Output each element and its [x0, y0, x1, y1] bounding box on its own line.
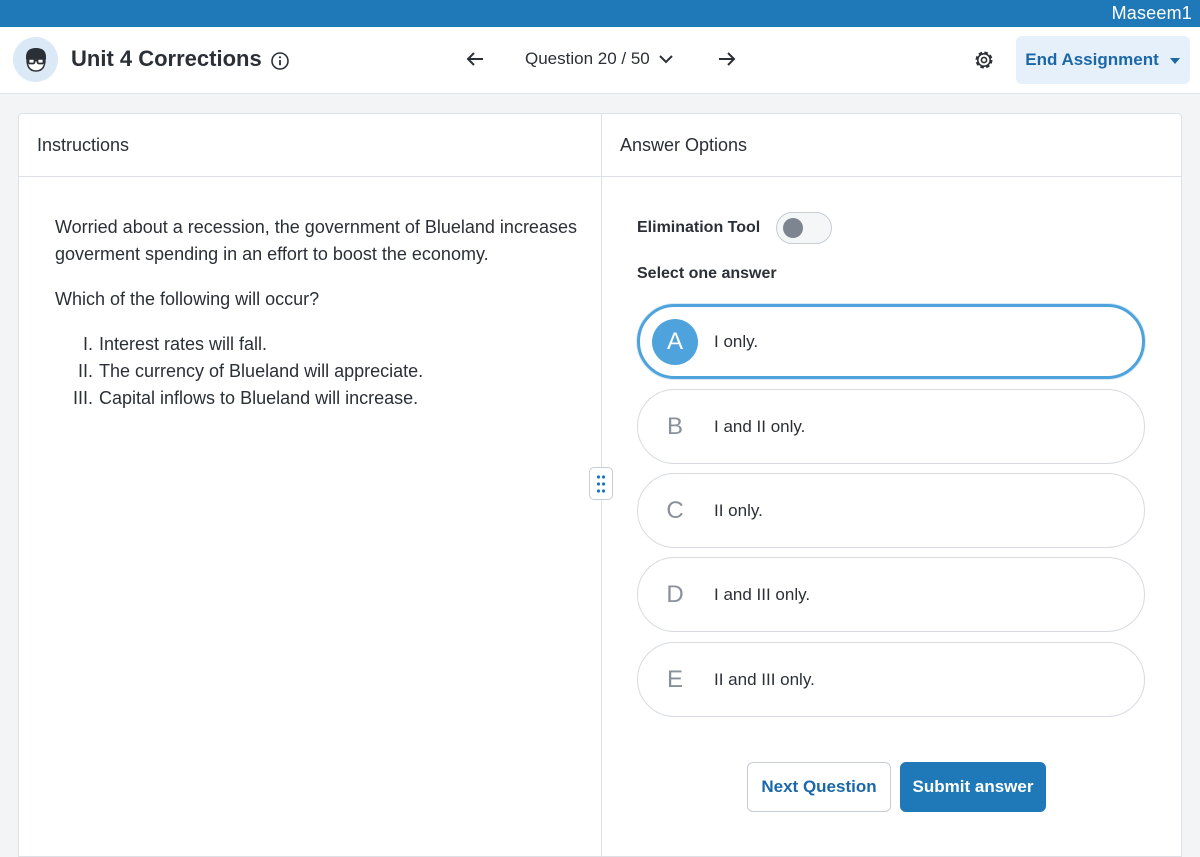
next-question-button[interactable]: Next Question — [747, 762, 891, 812]
info-icon[interactable] — [270, 51, 290, 71]
answer-option-e[interactable]: E II and III only. — [637, 642, 1145, 717]
caret-down-icon — [1169, 50, 1181, 70]
gear-icon[interactable] — [973, 49, 995, 71]
list-item: II. The currency of Blueland will apprec… — [55, 358, 585, 385]
submit-answer-button[interactable]: Submit answer — [900, 762, 1046, 812]
option-text: I only. — [714, 331, 759, 351]
answer-option-c[interactable]: C II only. — [637, 473, 1145, 548]
arrow-right-icon[interactable] — [716, 48, 738, 70]
statement-number: III. — [72, 388, 93, 408]
question-selector-label: Question 20 / 50 — [525, 49, 650, 68]
statement-text: Interest rates will fall. — [99, 334, 268, 354]
drag-handle-icon[interactable] — [589, 467, 613, 500]
stem-paragraph: Worried about a recession, the governmen… — [55, 217, 577, 264]
option-text: II and III only. — [714, 669, 815, 689]
instructions-panel: Instructions Worried about a recession, … — [18, 113, 601, 857]
option-letter: E — [666, 665, 683, 693]
toggle-knob — [783, 218, 804, 238]
arrow-left-icon[interactable] — [464, 48, 486, 70]
elimination-tool-toggle[interactable] — [776, 212, 833, 244]
option-text: I and III only. — [714, 584, 811, 604]
page-title: Unit 4 Corrections — [71, 46, 262, 71]
answer-option-a[interactable]: A I only. — [637, 304, 1145, 379]
option-letter: D — [666, 580, 684, 608]
elimination-tool-row: Elimination Tool — [637, 212, 833, 244]
select-one-answer-label: Select one answer — [637, 265, 777, 282]
username[interactable]: Maseem1 — [1112, 3, 1192, 24]
option-text: II only. — [714, 500, 763, 520]
chevron-down-icon — [659, 49, 673, 69]
statement-text: The currency of Blueland will appreciate… — [99, 361, 424, 381]
question-stem: Worried about a recession, the governmen… — [55, 214, 585, 412]
stem-question: Which of the following will occur? — [55, 289, 320, 309]
list-item: I. Interest rates will fall. — [55, 331, 585, 358]
question-selector[interactable]: Question 20 / 50 — [525, 49, 673, 69]
avatar-glasses-icon[interactable] — [13, 37, 58, 82]
end-assignment-button[interactable]: End Assignment — [1016, 36, 1190, 84]
elimination-tool-label: Elimination Tool — [637, 219, 761, 236]
answer-option-d[interactable]: D I and III only. — [637, 557, 1145, 632]
list-item: III. Capital inflows to Blueland will in… — [55, 385, 585, 412]
option-letter: B — [666, 412, 683, 440]
option-letter: A — [652, 318, 698, 365]
statement-number: I. — [82, 334, 93, 354]
answer-option-b[interactable]: B I and II only. — [637, 389, 1145, 464]
answer-panel: Answer Options Elimination Tool Select o… — [601, 113, 1182, 857]
option-letter: C — [666, 496, 684, 524]
end-assignment-label: End Assignment — [1025, 50, 1159, 69]
top-bar: Maseem1 — [0, 0, 1200, 27]
header: Unit 4 Corrections Question 20 / 50 End … — [0, 27, 1200, 94]
statement-text: Capital inflows to Blueland will increas… — [99, 388, 419, 408]
answer-options-heading: Answer Options — [602, 114, 1181, 177]
instructions-heading: Instructions — [19, 114, 601, 177]
statement-list: I. Interest rates will fall. II. The cur… — [55, 331, 585, 412]
option-text: I and II only. — [714, 416, 806, 436]
statement-number: II. — [77, 361, 93, 381]
